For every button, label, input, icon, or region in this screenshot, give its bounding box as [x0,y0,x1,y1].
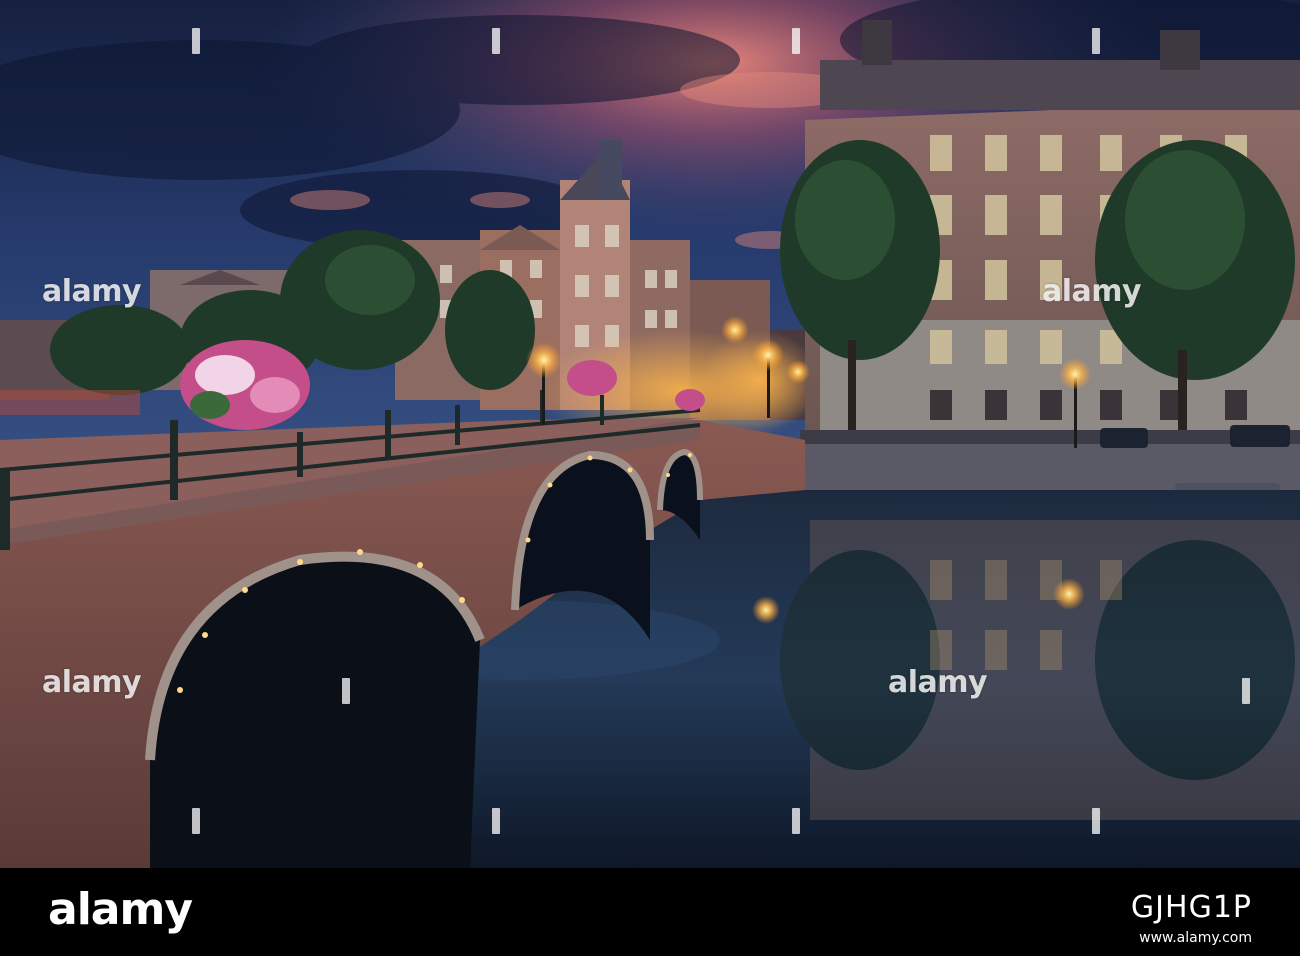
footer-url[interactable]: www.alamy.com [1139,930,1252,946]
watermark-mark [492,808,500,834]
watermark-mark [1092,808,1100,834]
footer-image-id: GJHG1P [1130,890,1252,925]
watermark-mark [492,28,500,54]
watermark-text: alamy [1042,274,1142,309]
footer-brand-logo[interactable]: alamy [48,884,193,935]
watermark-mark [192,808,200,834]
canal-photo [0,0,1300,868]
watermark-mark [192,28,200,54]
watermark-text: alamy [42,665,142,700]
watermark-text: alamy [888,665,988,700]
watermark-mark [792,808,800,834]
watermark-text: alamy [42,274,142,309]
watermark-mark [342,678,350,704]
footer-bar: alamy GJHG1P www.alamy.com [0,868,1300,956]
watermark-mark [1242,678,1250,704]
watermark-mark [1092,28,1100,54]
watermark-mark [792,28,800,54]
